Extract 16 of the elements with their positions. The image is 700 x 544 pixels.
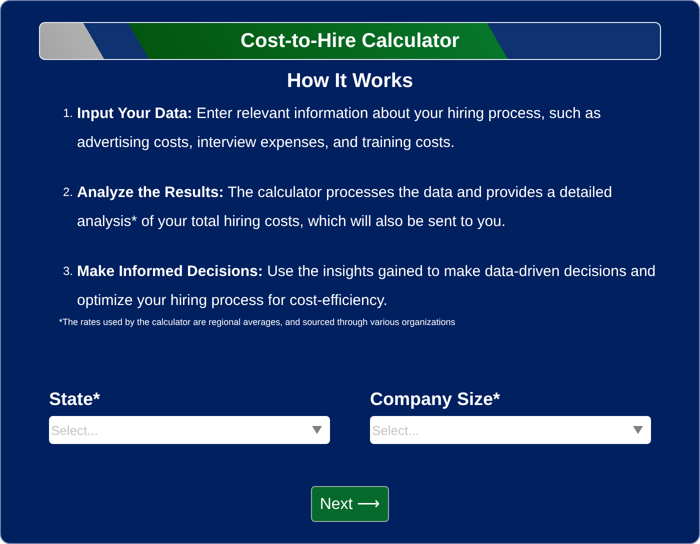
select-field[interactable]: Select... xyxy=(49,416,330,444)
step-text: Make Informed Decisions: Use the insights gained to make data-driven decisions and optimize your hiring process for cost-efficiency. xyxy=(77,262,657,311)
caret-icon xyxy=(312,426,322,434)
step-number: 1. xyxy=(63,105,74,122)
section-heading: How It Works xyxy=(286,70,414,93)
step-number: 3. xyxy=(63,263,74,280)
step-text: Analyze the Results: The calculator processes the data and provides a detailed analysis* of your total hiring costs, which will also be sent to you. xyxy=(77,183,614,232)
banner-title: Cost-to-Hire Calculator xyxy=(240,30,460,52)
field-label: State* xyxy=(49,389,102,410)
footnote: *The rates used by the calculator are regional averages, and sourced through various organizations xyxy=(59,317,456,327)
step-number: 2. xyxy=(63,184,74,201)
select-field[interactable]: Select... xyxy=(370,416,651,444)
step-text: Input Your Data: Enter relevant information about your hiring process, such as advertising costs, interview expenses, and training costs. xyxy=(77,104,602,153)
field-label: Company Size* xyxy=(370,389,502,410)
next-button[interactable]: Next ⟶ xyxy=(310,486,390,522)
caret-icon xyxy=(633,426,643,434)
